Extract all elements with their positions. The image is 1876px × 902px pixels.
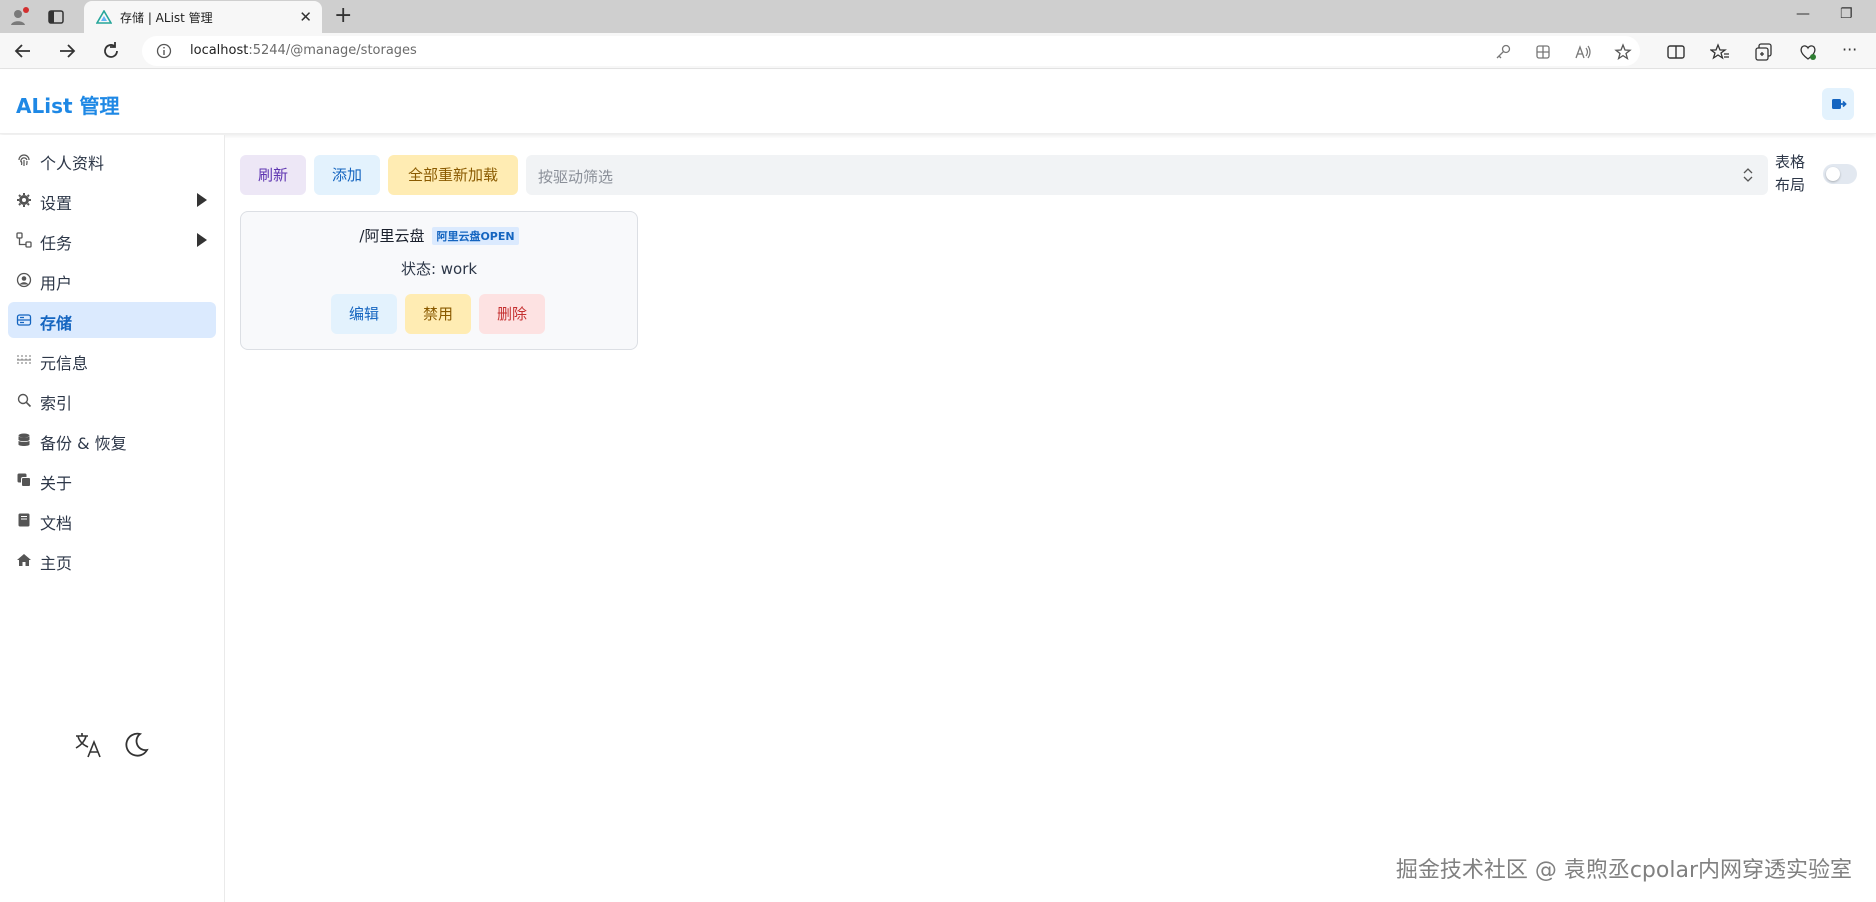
- more-options-icon[interactable]: ···: [1842, 40, 1862, 60]
- tab-title: 存储 | AList 管理: [120, 11, 213, 25]
- user-circle-icon: [16, 272, 32, 288]
- caret-right-icon: [197, 193, 207, 207]
- url-text: localhost:5244/@manage/storages: [190, 43, 417, 58]
- sidebar: 个人资料 设置 任务 用户 存储 元信息 索引 备份 & 恢复 关于 文档 主页: [0, 135, 225, 902]
- profile-icon[interactable]: [8, 6, 30, 28]
- sidebar-item-label: 文档: [40, 514, 73, 533]
- storage-card: /阿里云盘 阿里云盘OPEN 状态: work 编辑 禁用 删除: [240, 211, 638, 350]
- app-title[interactable]: AList 管理: [16, 90, 120, 119]
- add-button[interactable]: 添加: [314, 155, 380, 195]
- edit-button[interactable]: 编辑: [331, 294, 397, 334]
- back-icon[interactable]: [12, 40, 34, 62]
- logout-icon: [1832, 99, 1847, 109]
- sidebar-item-label: 用户: [40, 274, 73, 293]
- driver-filter-select[interactable]: 按驱动筛选: [526, 155, 1768, 195]
- forward-icon[interactable]: [56, 40, 78, 62]
- sidebar-item-users[interactable]: 用户: [8, 262, 216, 298]
- collections-icon[interactable]: [1754, 42, 1774, 62]
- storage-mount-path: /阿里云盘: [359, 227, 425, 245]
- sidebar-item-label: 任务: [40, 234, 73, 253]
- home-icon: [17, 554, 31, 566]
- main-content: 刷新 添加 全部重新加载 按驱动筛选 表格布局 /阿里云盘 阿里云盘OPEN 状态…: [226, 135, 1876, 902]
- app-header: AList 管理: [0, 70, 1876, 134]
- site-info-icon[interactable]: [156, 43, 172, 59]
- flow-icon: [16, 232, 32, 248]
- translate-icon[interactable]: [73, 730, 103, 760]
- address-bar[interactable]: localhost:5244/@manage/storages: [142, 36, 1640, 66]
- sidebar-item-backup-restore[interactable]: 备份 & 恢复: [8, 422, 216, 458]
- copy-icon: [17, 473, 31, 487]
- sidebar-item-label: 个人资料: [40, 154, 105, 173]
- search-icon: [17, 393, 32, 408]
- driver-badge: 阿里云盘OPEN: [432, 226, 519, 245]
- sidebar-item-label: 设置: [40, 194, 73, 213]
- browser-tab-active[interactable]: 存储 | AList 管理 ✕: [84, 1, 322, 33]
- table-layout-label: 表格布局: [1775, 153, 1806, 194]
- alist-favicon-icon: [96, 10, 112, 24]
- favorite-star-icon[interactable]: [1614, 43, 1632, 61]
- logout-button[interactable]: [1822, 88, 1854, 120]
- sidebar-item-settings[interactable]: 设置: [8, 182, 216, 218]
- database-icon: [18, 433, 30, 446]
- sidebar-item-home[interactable]: 主页: [8, 542, 216, 578]
- caret-right-icon: [197, 233, 207, 247]
- sidebar-item-tasks[interactable]: 任务: [8, 222, 216, 258]
- minimize-icon[interactable]: —: [1796, 6, 1810, 22]
- watermark-text: 掘金技术社区 @ 袁煦丞cpolar内网穿透实验室: [1395, 858, 1852, 883]
- select-arrows-icon: [1743, 168, 1753, 182]
- storage-icon: [16, 314, 32, 326]
- restore-icon[interactable]: ❐: [1840, 6, 1853, 22]
- sidebar-item-label: 存储: [40, 314, 73, 333]
- sidebar-item-about[interactable]: 关于: [8, 462, 216, 498]
- sidebar-item-metas[interactable]: 元信息: [8, 342, 216, 378]
- favorites-icon[interactable]: [1710, 42, 1730, 62]
- sidebar-item-storages[interactable]: 存储: [8, 302, 216, 338]
- sidebar-item-label: 索引: [40, 394, 73, 413]
- sidebar-item-label: 元信息: [40, 354, 89, 373]
- gear-icon: [17, 193, 31, 207]
- browser-essentials-icon[interactable]: [1798, 42, 1818, 62]
- sidebar-item-label: 备份 & 恢复: [40, 434, 127, 453]
- split-screen-icon[interactable]: [1666, 42, 1686, 62]
- book-icon: [18, 513, 30, 527]
- reload-all-button[interactable]: 全部重新加载: [388, 155, 518, 195]
- meta-icon: [17, 355, 31, 365]
- read-aloud-icon[interactable]: [1574, 43, 1592, 61]
- disable-button[interactable]: 禁用: [405, 294, 471, 334]
- browser-tab-bar: 存储 | AList 管理 ✕ + — ❐: [0, 0, 1876, 33]
- moon-icon[interactable]: [121, 730, 151, 760]
- toggle-knob: [1826, 167, 1840, 181]
- reload-icon[interactable]: [100, 40, 122, 62]
- driver-filter-placeholder: 按驱动筛选: [538, 168, 614, 186]
- tab-actions-icon[interactable]: [46, 7, 66, 27]
- apps-icon[interactable]: [1534, 43, 1552, 61]
- sidebar-item-indexes[interactable]: 索引: [8, 382, 216, 418]
- storage-status: 状态: work: [400, 260, 478, 278]
- sidebar-item-docs[interactable]: 文档: [8, 502, 216, 538]
- table-layout-toggle[interactable]: [1823, 164, 1857, 184]
- sidebar-item-label: 主页: [40, 554, 73, 573]
- close-tab-icon[interactable]: ✕: [299, 8, 312, 26]
- sidebar-item-profile[interactable]: 个人资料: [8, 142, 216, 178]
- refresh-button[interactable]: 刷新: [240, 155, 306, 195]
- fingerprint-icon: [18, 154, 30, 166]
- browser-toolbar: localhost:5244/@manage/storages ···: [0, 33, 1876, 69]
- delete-button[interactable]: 删除: [479, 294, 545, 334]
- key-icon[interactable]: [1494, 43, 1512, 61]
- sidebar-item-label: 关于: [40, 474, 73, 493]
- new-tab-icon[interactable]: +: [334, 4, 352, 28]
- storage-card-header: /阿里云盘 阿里云盘OPEN: [241, 225, 637, 246]
